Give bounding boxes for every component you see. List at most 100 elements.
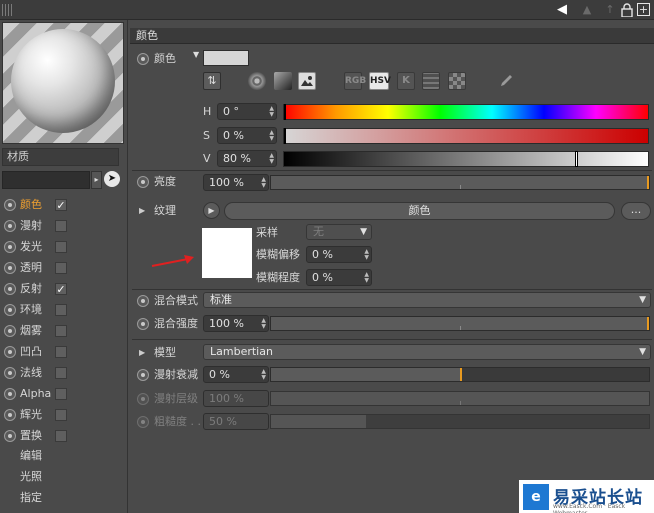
saturation-slider-handle[interactable] (284, 128, 286, 144)
channel-checkbox[interactable] (55, 346, 67, 358)
diffuse-falloff-input[interactable]: 0 % ▲ ▼ (203, 366, 269, 383)
sampling-value: 无 (313, 225, 324, 238)
color-radio[interactable] (137, 53, 149, 65)
lock-icon[interactable] (621, 3, 633, 18)
forward-arrow-icon[interactable]: ▲ (580, 2, 594, 18)
up-arrow-icon[interactable]: ↑ (603, 2, 617, 18)
sidebar-item-assign[interactable]: 指定 (20, 489, 42, 505)
channel-radio[interactable] (4, 283, 16, 295)
sidebar-item-channel[interactable]: 发光 (0, 237, 128, 258)
brightness-slider[interactable] (270, 175, 650, 190)
mixer-icon[interactable] (422, 72, 440, 90)
channel-checkbox[interactable] (55, 367, 67, 379)
new-panel-icon[interactable]: + (637, 3, 650, 16)
value-value: 80 % (223, 152, 251, 165)
channel-checkbox[interactable] (55, 388, 67, 400)
watermark-logo-icon: e (523, 484, 549, 510)
sidebar-item-channel[interactable]: 漫射 (0, 216, 128, 237)
color-expand-icon[interactable]: ▼ (193, 50, 199, 59)
hsv-mode-button[interactable]: HSV (369, 72, 391, 90)
texture-shader-button[interactable]: 颜色 (224, 202, 615, 220)
channel-radio[interactable] (4, 367, 16, 379)
saturation-slider[interactable] (283, 128, 649, 144)
channel-checkbox[interactable]: ✓ (55, 199, 67, 211)
diffuse-level-slider (270, 391, 650, 406)
value-label: V (203, 152, 211, 165)
color-spectrum-icon[interactable]: ⇅ (203, 72, 221, 90)
channel-label: 反射 (20, 282, 42, 295)
channel-checkbox[interactable] (55, 409, 67, 421)
hue-input[interactable]: 0 ° ▲ ▼ (217, 103, 277, 120)
texture-expand-icon[interactable]: ▶ (139, 206, 145, 215)
diffuse-falloff-slider[interactable] (270, 367, 650, 382)
sidebar-item-channel[interactable]: 凹凸 (0, 342, 128, 363)
sidebar-item-channel[interactable]: 法线 (0, 363, 128, 384)
diffuse-falloff-radio[interactable] (137, 369, 149, 381)
channel-radio[interactable] (4, 325, 16, 337)
sampling-dropdown[interactable]: 无 ▼ (306, 224, 372, 240)
value-slider[interactable] (283, 151, 649, 167)
material-search-field[interactable] (2, 171, 90, 189)
grip-icon[interactable] (2, 4, 14, 16)
sidebar-item-channel[interactable]: 辉光 (0, 405, 128, 426)
channel-checkbox[interactable] (55, 220, 67, 232)
sidebar-item-lighting[interactable]: 光照 (20, 468, 42, 484)
channel-checkbox[interactable] (55, 262, 67, 274)
color-label: 颜色 (154, 52, 176, 65)
mix-mode-dropdown[interactable]: 标准 ▼ (203, 292, 651, 308)
channel-checkbox[interactable] (55, 325, 67, 337)
value-slider-handle[interactable] (575, 151, 579, 167)
expand-arrow-button[interactable]: ▸ (91, 171, 102, 189)
kelvin-mode-button[interactable]: K (397, 72, 415, 90)
color-wheel-icon[interactable] (248, 72, 266, 90)
hue-slider[interactable] (283, 104, 649, 120)
image-picker-icon[interactable] (298, 72, 316, 90)
sidebar-item-channel[interactable]: Alpha (0, 384, 128, 405)
blur-scale-input[interactable]: 0 % ▲ ▼ (306, 269, 372, 286)
sidebar-item-channel[interactable]: 透明 (0, 258, 128, 279)
color-swatch[interactable] (203, 50, 249, 66)
blur-offset-input[interactable]: 0 % ▲ ▼ (306, 246, 372, 263)
sidebar-item-edit[interactable]: 编辑 (20, 447, 42, 463)
mix-mode-radio[interactable] (137, 295, 149, 307)
channel-radio[interactable] (4, 199, 16, 211)
channel-radio[interactable] (4, 430, 16, 442)
channel-radio[interactable] (4, 241, 16, 253)
eyedropper-icon[interactable] (497, 72, 515, 90)
back-arrow-icon[interactable]: ◀ (555, 2, 569, 18)
mix-strength-slider[interactable] (270, 316, 650, 331)
material-name-field[interactable]: 材质 (2, 148, 119, 166)
mix-strength-radio[interactable] (137, 318, 149, 330)
red-arrow-annotation (150, 254, 196, 268)
channel-radio[interactable] (4, 262, 16, 274)
pick-cursor-button[interactable]: ➤ (104, 171, 120, 187)
model-expand-icon[interactable]: ▶ (139, 348, 145, 357)
channel-radio[interactable] (4, 409, 16, 421)
rgb-mode-button[interactable]: RGB (344, 72, 366, 90)
texture-more-button[interactable]: ... (621, 202, 651, 220)
model-dropdown[interactable]: Lambertian ▼ (203, 344, 651, 360)
swatches-icon[interactable] (448, 72, 466, 90)
sidebar-item-channel[interactable]: 颜色 ✓ (0, 195, 128, 216)
channel-checkbox[interactable] (55, 304, 67, 316)
sidebar-item-channel[interactable]: 环境 (0, 300, 128, 321)
channel-label: 法线 (20, 366, 42, 379)
channel-radio[interactable] (4, 304, 16, 316)
brightness-input[interactable]: 100 % ▲ ▼ (203, 174, 269, 191)
sidebar-item-channel[interactable]: 烟雾 (0, 321, 128, 342)
channel-radio[interactable] (4, 346, 16, 358)
sidebar-item-channel[interactable]: 反射 ✓ (0, 279, 128, 300)
channel-radio[interactable] (4, 220, 16, 232)
channel-checkbox[interactable]: ✓ (55, 283, 67, 295)
saturation-input[interactable]: 0 % ▲ ▼ (217, 127, 277, 144)
texture-arrow-button[interactable]: ▶ (203, 202, 220, 219)
value-input[interactable]: 80 % ▲ ▼ (217, 150, 277, 167)
channel-radio[interactable] (4, 388, 16, 400)
mix-strength-input[interactable]: 100 % ▲ ▼ (203, 315, 269, 332)
hue-slider-handle[interactable] (284, 104, 286, 120)
brightness-radio[interactable] (137, 176, 149, 188)
channel-checkbox[interactable] (55, 241, 67, 253)
gradient-picker-icon[interactable] (274, 72, 292, 90)
channel-checkbox[interactable] (55, 430, 67, 442)
sidebar-item-channel[interactable]: 置换 (0, 426, 128, 447)
